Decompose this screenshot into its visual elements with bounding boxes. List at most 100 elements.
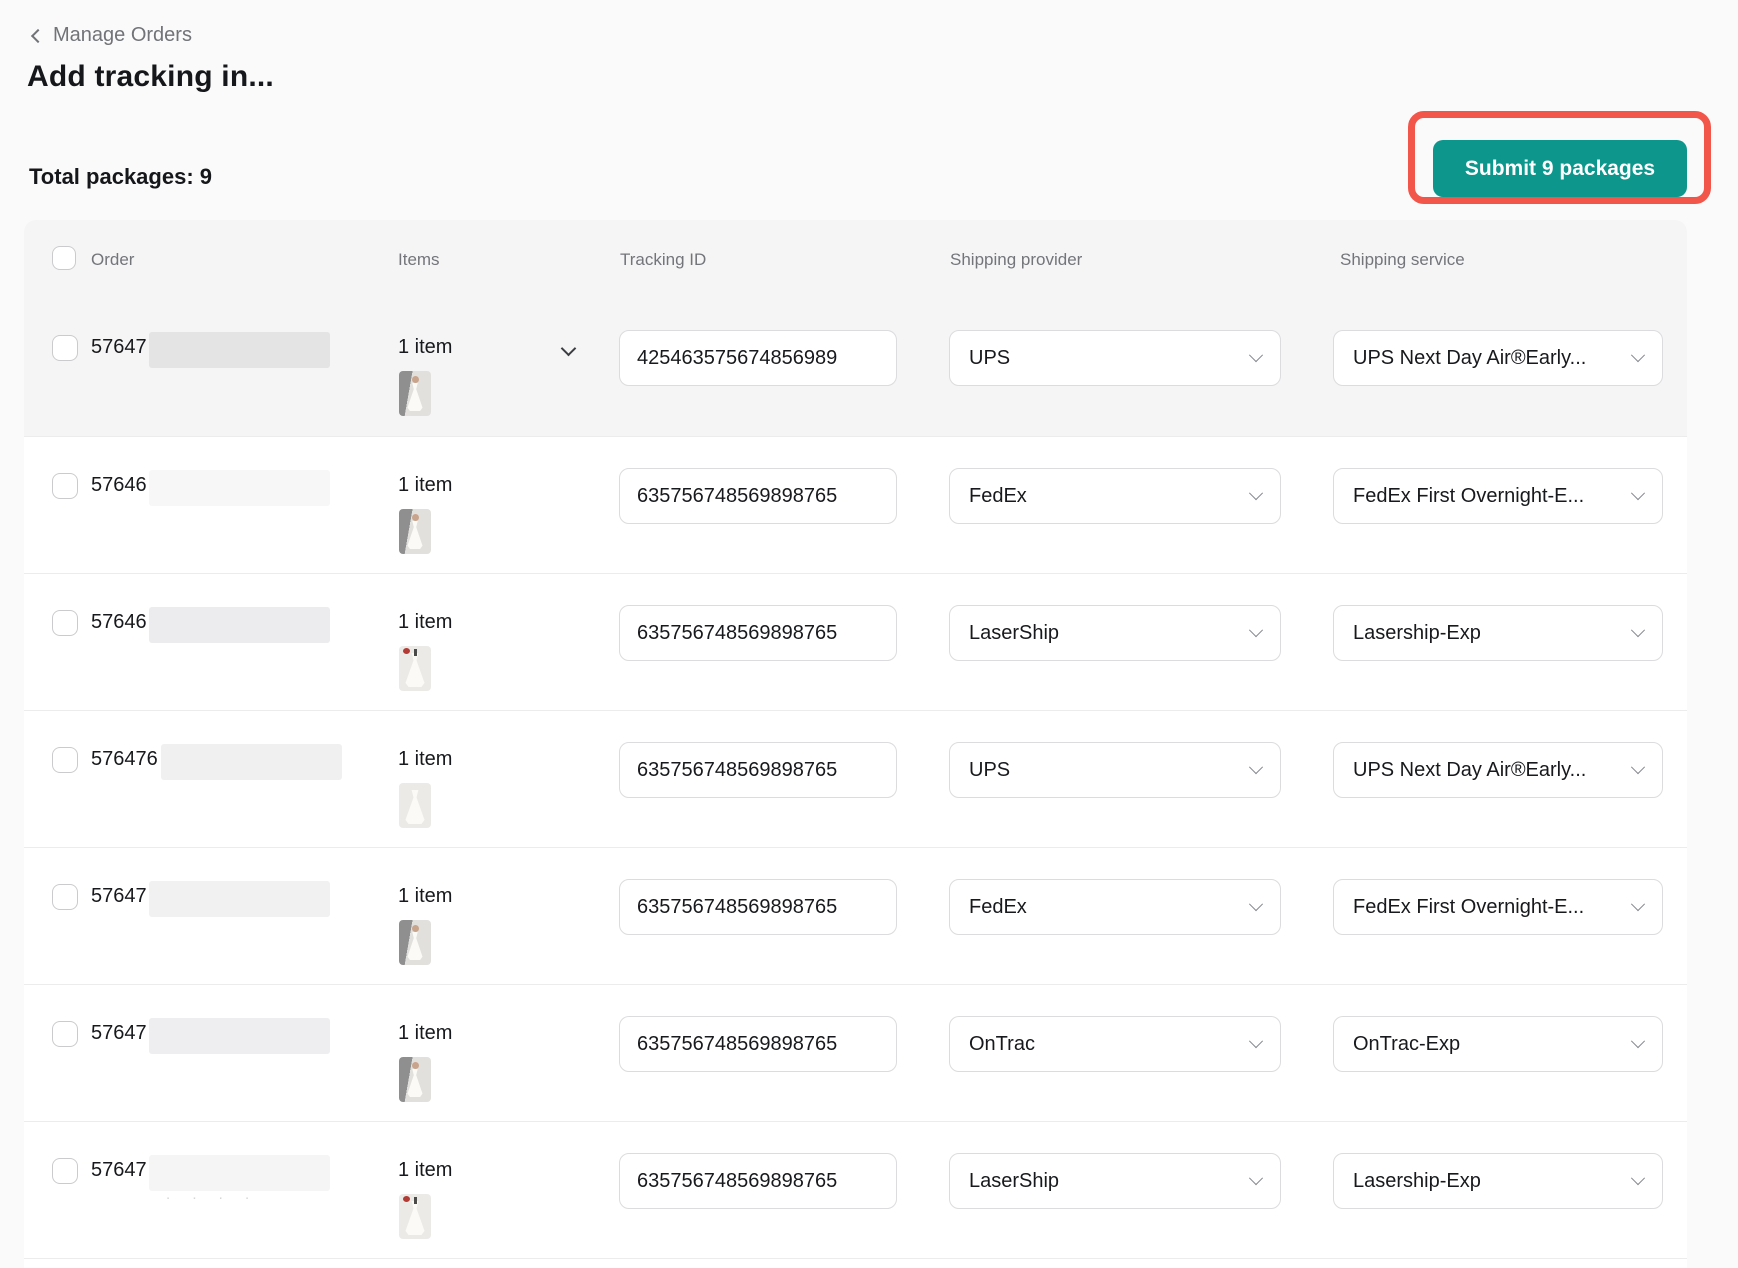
dress-image (406, 790, 425, 824)
shipping-provider-select[interactable]: LaserShip (949, 1153, 1281, 1209)
redacted-order-info (149, 332, 330, 368)
tracking-id-input[interactable] (619, 742, 897, 798)
dropdown-chevron-icon (1631, 1171, 1645, 1185)
row-checkbox[interactable] (52, 473, 78, 499)
shipping-provider-value: LaserShip (969, 1170, 1059, 1193)
dropdown-chevron-icon (1631, 897, 1645, 911)
column-header-order: Order (91, 250, 134, 270)
shipping-provider-value: FedEx (969, 896, 1027, 919)
product-thumbnail (399, 1194, 431, 1239)
shipping-provider-value: OnTrac (969, 1033, 1035, 1056)
row-checkbox[interactable] (52, 1158, 78, 1184)
product-thumbnail (399, 920, 431, 965)
dress-image (408, 383, 423, 411)
dress-image (408, 1069, 423, 1097)
shipping-service-value: UPS Next Day Air®Early... (1353, 759, 1586, 782)
shipping-provider-select[interactable]: FedEx (949, 879, 1281, 935)
table-row: 57647 . . . . 1 item UPS UPS Next Day Ai… (24, 299, 1687, 436)
submit-packages-button[interactable]: Submit 9 packages (1433, 140, 1687, 197)
dropdown-chevron-icon (1249, 760, 1263, 774)
order-number: 57646 (91, 611, 147, 634)
row-checkbox[interactable] (52, 1021, 78, 1047)
dropdown-chevron-icon (1631, 760, 1645, 774)
tracking-id-input[interactable] (619, 879, 897, 935)
row-checkbox[interactable] (52, 884, 78, 910)
column-header-tracking: Tracking ID (620, 250, 706, 270)
product-thumbnail (399, 509, 431, 554)
shipping-service-select[interactable]: Lasership-Exp (1333, 1153, 1663, 1209)
dropdown-chevron-icon (1249, 348, 1263, 362)
breadcrumb[interactable]: Manage Orders (33, 24, 192, 47)
dress-image (408, 932, 423, 960)
shipping-provider-select[interactable]: UPS (949, 330, 1281, 386)
table-row: 57647 . . . . 1 item LaserShip Lasership… (24, 1121, 1687, 1258)
shipping-service-value: OnTrac-Exp (1353, 1033, 1460, 1056)
tracking-id-input[interactable] (619, 468, 897, 524)
row-checkbox[interactable] (52, 747, 78, 773)
column-header-provider: Shipping provider (950, 250, 1082, 270)
items-count: 1 item (398, 336, 452, 359)
tracking-id-input[interactable] (619, 330, 897, 386)
shipping-service-select[interactable]: FedEx First Overnight-E... (1333, 468, 1663, 524)
dropdown-chevron-icon (1249, 623, 1263, 637)
shipping-service-value: UPS Next Day Air®Early... (1353, 347, 1586, 370)
items-count: 1 item (398, 474, 452, 497)
order-number: 57647 (91, 1022, 147, 1045)
items-expand-control[interactable] (558, 339, 580, 361)
total-packages-label: Total packages: 9 (29, 164, 212, 190)
order-number: 576476 (91, 748, 158, 771)
shipping-service-value: FedEx First Overnight-E... (1353, 896, 1584, 919)
table-row: 57646 . . . . 1 item FedEx FedEx First O… (24, 436, 1687, 573)
shipping-provider-select[interactable]: UPS (949, 742, 1281, 798)
order-number: 57647 (91, 336, 147, 359)
dropdown-chevron-icon (1631, 348, 1645, 362)
order-number: 57647 (91, 885, 147, 908)
shipping-provider-select[interactable]: LaserShip (949, 605, 1281, 661)
page-title: Add tracking in... (27, 60, 274, 94)
tracking-id-input[interactable] (619, 605, 897, 661)
shipping-service-select[interactable]: UPS Next Day Air®Early... (1333, 330, 1663, 386)
redacted-order-info (149, 470, 330, 506)
redacted-order-info (149, 881, 330, 917)
items-count: 1 item (398, 611, 452, 634)
table-row: 57647 . . . . 1 item FedEx FedEx First O… (24, 847, 1687, 984)
dropdown-chevron-icon (1631, 1034, 1645, 1048)
redacted-dots: . . . . (166, 1186, 258, 1203)
shipping-provider-value: UPS (969, 347, 1010, 370)
dropdown-chevron-icon (1631, 623, 1645, 637)
dropdown-chevron-icon (1249, 486, 1263, 500)
dropdown-chevron-icon (1249, 897, 1263, 911)
items-count: 1 item (398, 1159, 452, 1182)
shipping-service-select[interactable]: FedEx First Overnight-E... (1333, 879, 1663, 935)
shipping-provider-select[interactable]: FedEx (949, 468, 1281, 524)
tracking-id-input[interactable] (619, 1016, 897, 1072)
tracking-id-input[interactable] (619, 1153, 897, 1209)
items-count: 1 item (398, 748, 452, 771)
product-thumbnail (399, 1057, 431, 1102)
product-thumbnail (399, 783, 431, 828)
dress-image (406, 653, 425, 687)
product-thumbnail (399, 646, 431, 691)
product-thumbnail (399, 371, 431, 416)
shipping-service-select[interactable]: OnTrac-Exp (1333, 1016, 1663, 1072)
column-header-service: Shipping service (1340, 250, 1465, 270)
shipping-service-value: Lasership-Exp (1353, 622, 1481, 645)
table-row: 57646 . . . . 1 item LaserShip Lasership… (24, 573, 1687, 710)
row-checkbox[interactable] (52, 335, 78, 361)
row-checkbox[interactable] (52, 610, 78, 636)
breadcrumb-label: Manage Orders (53, 24, 192, 47)
table-row-partial (24, 1258, 1687, 1268)
shipping-provider-value: FedEx (969, 485, 1027, 508)
shipping-provider-value: LaserShip (969, 622, 1059, 645)
back-chevron-icon (31, 29, 45, 43)
table-row: 576476 . . . . 1 item UPS UPS Next Day A… (24, 710, 1687, 847)
shipping-provider-select[interactable]: OnTrac (949, 1016, 1281, 1072)
shipping-service-select[interactable]: UPS Next Day Air®Early... (1333, 742, 1663, 798)
table-row: 57647 . . . . 1 item OnTrac OnTrac-Exp (24, 984, 1687, 1121)
dropdown-chevron-icon (1631, 486, 1645, 500)
shipping-service-value: FedEx First Overnight-E... (1353, 485, 1584, 508)
table-rows: 57647 . . . . 1 item UPS UPS Next Day Ai… (24, 299, 1687, 1268)
column-header-items: Items (398, 250, 440, 270)
shipping-service-select[interactable]: Lasership-Exp (1333, 605, 1663, 661)
select-all-checkbox[interactable] (52, 246, 76, 270)
